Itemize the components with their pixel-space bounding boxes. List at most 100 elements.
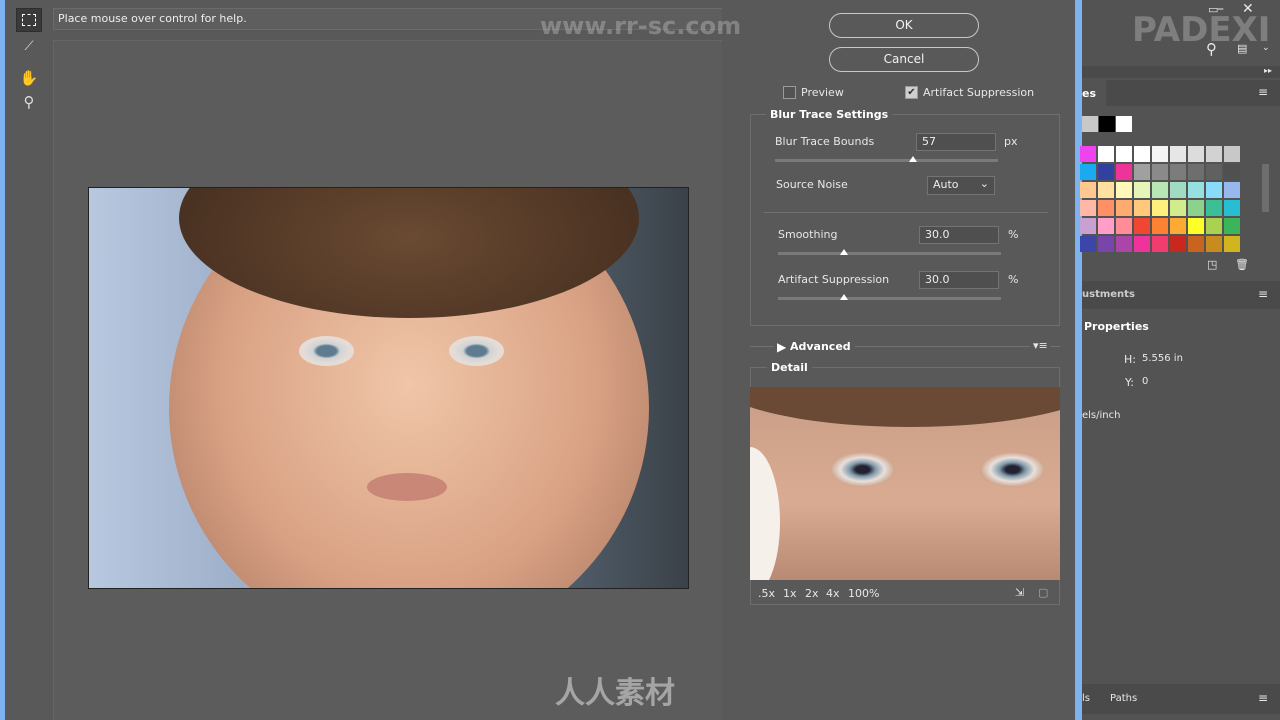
swatch[interactable]: [1170, 182, 1186, 198]
tab-paths[interactable]: Paths: [1110, 693, 1137, 704]
swatch[interactable]: [1080, 218, 1096, 234]
zoom-icon[interactable]: ⚲: [16, 90, 42, 114]
swatch[interactable]: [1134, 146, 1150, 162]
swatch[interactable]: [1134, 218, 1150, 234]
swatch[interactable]: [1224, 218, 1240, 234]
swatch[interactable]: [1116, 200, 1132, 216]
swatch[interactable]: [1206, 146, 1222, 162]
tab-channels[interactable]: ls: [1082, 693, 1090, 704]
swatch[interactable]: [1152, 200, 1168, 216]
swatch[interactable]: [1188, 218, 1204, 234]
swatch[interactable]: [1080, 182, 1096, 198]
preview-image[interactable]: [88, 187, 689, 589]
swatch[interactable]: [1098, 182, 1114, 198]
blur-trace-icon[interactable]: ⟋: [16, 34, 42, 58]
swatch[interactable]: [1098, 146, 1114, 162]
loupe-enhance-icon[interactable]: ▢: [1038, 586, 1048, 599]
zoom-4x[interactable]: 4x: [826, 587, 840, 600]
swatch[interactable]: [1152, 164, 1168, 180]
swatch[interactable]: [1152, 182, 1168, 198]
swatch[interactable]: [1134, 236, 1150, 252]
swatch[interactable]: [1224, 182, 1240, 198]
swatch[interactable]: [1098, 164, 1114, 180]
swatch[interactable]: [1170, 236, 1186, 252]
slider-thumb[interactable]: [840, 294, 848, 300]
search-icon[interactable]: ⚲: [1206, 40, 1217, 58]
swatch[interactable]: [1170, 200, 1186, 216]
swatch[interactable]: [1206, 182, 1222, 198]
swatch[interactable]: [1098, 236, 1114, 252]
swatch[interactable]: [1152, 236, 1168, 252]
swatch[interactable]: [1206, 164, 1222, 180]
swatch[interactable]: [1170, 164, 1186, 180]
swatch[interactable]: [1224, 236, 1240, 252]
swatch[interactable]: [1116, 218, 1132, 234]
swatch[interactable]: [1098, 218, 1114, 234]
swatch[interactable]: [1206, 200, 1222, 216]
maximize-icon[interactable]: ▭: [1208, 3, 1218, 16]
swatch[interactable]: [1116, 164, 1132, 180]
swatch[interactable]: [1134, 182, 1150, 198]
zoom-2x[interactable]: 2x: [805, 587, 819, 600]
swatch[interactable]: [1116, 182, 1132, 198]
chevron-down-icon[interactable]: ⌄: [1262, 43, 1270, 53]
swatch[interactable]: [1116, 236, 1132, 252]
swatch[interactable]: [1170, 218, 1186, 234]
swatch[interactable]: [1188, 200, 1204, 216]
marquee-icon[interactable]: [16, 8, 42, 32]
swatch[interactable]: [1188, 182, 1204, 198]
collapse-icon[interactable]: ▸▸: [1264, 66, 1272, 75]
swatch[interactable]: [1206, 236, 1222, 252]
artifact-suppression-slider[interactable]: [778, 297, 1001, 300]
swatch[interactable]: [1224, 164, 1240, 180]
close-icon[interactable]: ✕: [1242, 1, 1254, 17]
ok-button[interactable]: OK: [829, 13, 979, 38]
artifact-suppression-checkbox[interactable]: ✔: [905, 86, 918, 99]
blur-trace-bounds-input[interactable]: 57: [916, 133, 996, 151]
panel-menu-icon[interactable]: ≡: [1258, 287, 1268, 301]
panel-menu-icon[interactable]: ▾≡: [1030, 339, 1051, 352]
zoom-100[interactable]: 100%: [848, 587, 879, 600]
swatch[interactable]: [1224, 200, 1240, 216]
recent-swatch[interactable]: [1099, 116, 1115, 132]
swatch[interactable]: [1134, 164, 1150, 180]
slider-thumb[interactable]: [909, 156, 917, 162]
cancel-button[interactable]: Cancel: [829, 47, 979, 72]
swatch[interactable]: [1080, 236, 1096, 252]
swatch[interactable]: [1206, 218, 1222, 234]
panel-menu-icon[interactable]: ≡: [1258, 85, 1268, 99]
smoothing-slider[interactable]: [778, 252, 1001, 255]
recent-swatch[interactable]: [1116, 116, 1132, 132]
swatch[interactable]: [1152, 218, 1168, 234]
swatch[interactable]: [1188, 164, 1204, 180]
swatch[interactable]: [1188, 146, 1204, 162]
smoothing-input[interactable]: 30.0: [919, 226, 999, 244]
swatch[interactable]: [1080, 146, 1096, 162]
source-noise-select[interactable]: Auto ⌄: [927, 176, 995, 195]
swatch[interactable]: [1170, 146, 1186, 162]
swatch[interactable]: [1098, 200, 1114, 216]
preview-checkbox[interactable]: [783, 86, 796, 99]
recent-swatch[interactable]: [1082, 116, 1098, 132]
artifact-suppression-input[interactable]: 30.0: [919, 271, 999, 289]
trash-icon[interactable]: 🗑: [1235, 258, 1249, 271]
zoom-1x[interactable]: 1x: [783, 587, 797, 600]
swatch[interactable]: [1188, 236, 1204, 252]
swatch[interactable]: [1080, 200, 1096, 216]
blur-trace-bounds-slider[interactable]: [775, 159, 998, 162]
hand-icon[interactable]: ✋: [16, 66, 42, 90]
loupe-place-icon[interactable]: ⇲: [1015, 586, 1024, 599]
scrollbar[interactable]: [1262, 164, 1269, 212]
swatch[interactable]: [1152, 146, 1168, 162]
swatch[interactable]: [1116, 146, 1132, 162]
swatch[interactable]: [1224, 146, 1240, 162]
swatch[interactable]: [1080, 164, 1096, 180]
advanced-toggle[interactable]: Advanced: [786, 340, 855, 353]
zoom-0-5x[interactable]: .5x: [758, 587, 775, 600]
panel-menu-icon[interactable]: ≡: [1258, 691, 1268, 705]
workspace-icon[interactable]: ▤: [1237, 42, 1247, 55]
detail-loupe[interactable]: [750, 387, 1060, 580]
slider-thumb[interactable]: [840, 249, 848, 255]
new-swatch-icon[interactable]: ◳: [1207, 258, 1217, 271]
swatch[interactable]: [1134, 200, 1150, 216]
